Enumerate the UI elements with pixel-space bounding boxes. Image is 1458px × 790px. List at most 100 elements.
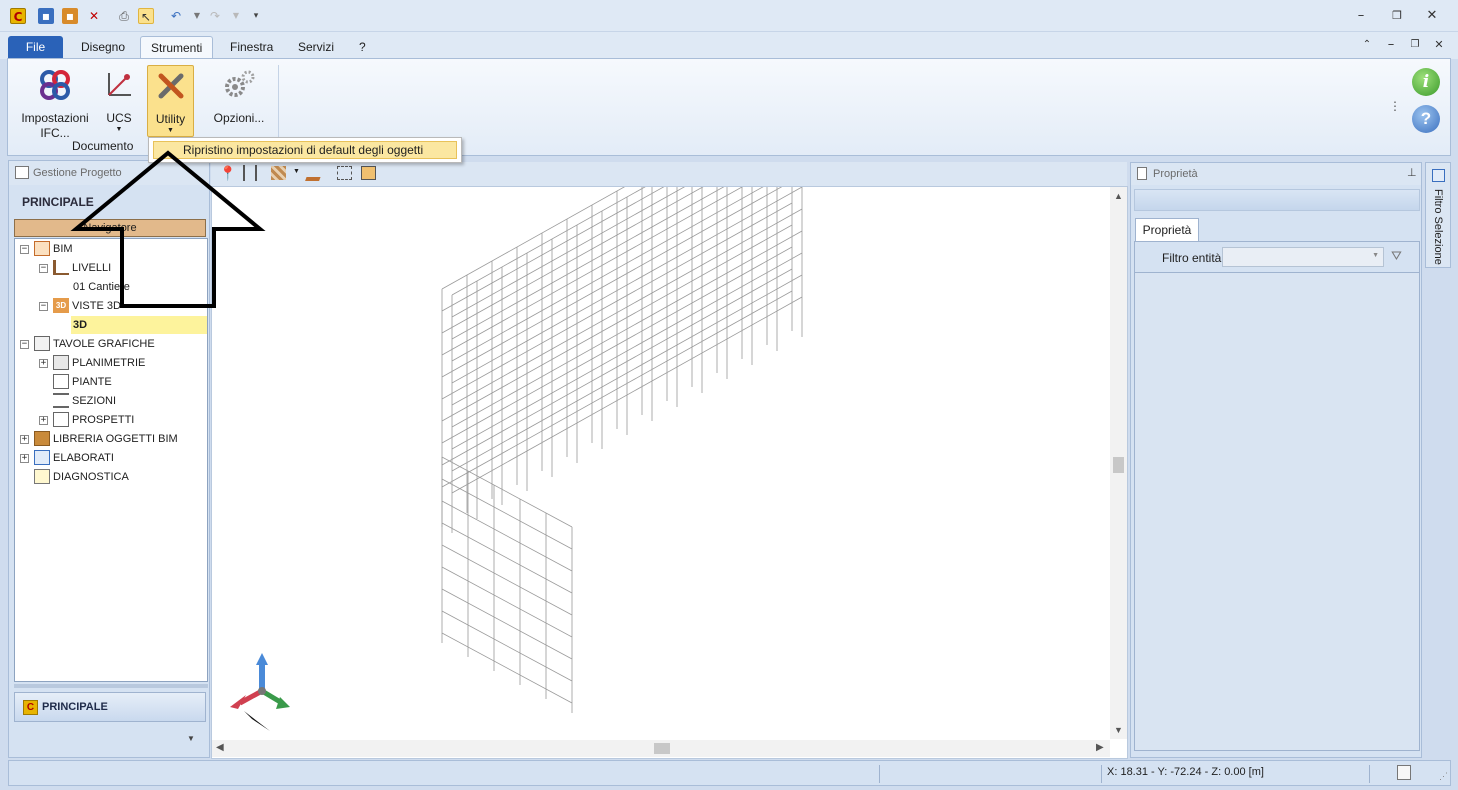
utility-dropdown-icon: ▼ xyxy=(167,127,174,134)
expander-tavole[interactable]: − xyxy=(20,340,29,349)
customize-toolbar-icon[interactable]: ▾ xyxy=(248,8,264,24)
help-icon[interactable]: ? xyxy=(1412,105,1440,133)
expander-prospetti[interactable]: + xyxy=(39,416,48,425)
status-separator xyxy=(1101,765,1102,783)
ifc-logo-icon xyxy=(40,70,70,100)
sezioni-icon xyxy=(53,393,69,408)
redo-icon[interactable]: ↷ xyxy=(207,8,223,24)
tree-item-elaborati[interactable]: ELABORATI xyxy=(53,449,114,467)
3d-viewport[interactable]: ▲ ▼ ◀ ▶ xyxy=(211,186,1128,759)
principale-logo-icon: C xyxy=(23,700,38,715)
tab-finestra[interactable]: Finestra xyxy=(220,36,283,59)
wrench-screwdriver-icon xyxy=(158,73,183,99)
elaborati-icon xyxy=(34,450,50,465)
tree-item-piante[interactable]: PIANTE xyxy=(72,373,112,391)
ribbon-collapse-icon[interactable]: ⌃ xyxy=(1357,37,1377,53)
livelli-icon xyxy=(53,260,69,275)
redo-dropdown-icon[interactable]: ▼ xyxy=(228,8,244,24)
tree-item-tavole[interactable]: TAVOLE GRAFICHE xyxy=(53,335,155,353)
close-window-icon[interactable]: ✕ xyxy=(1422,8,1442,24)
title-bar: C ▪ ▪ ✕ ⎙ ↖ ↶ ▼ ↷ ▼ ▾ – ❐ ✕ xyxy=(0,0,1458,32)
tree-item-planimetrie[interactable]: PLANIMETRIE xyxy=(72,354,145,372)
info-icon[interactable]: i xyxy=(1412,68,1440,96)
expander-planimetrie[interactable]: + xyxy=(39,359,48,368)
zoom-window-icon[interactable] xyxy=(337,166,352,180)
expander-bim[interactable]: − xyxy=(20,245,29,254)
snap-settings-icon[interactable] xyxy=(1397,765,1411,780)
ribbon-more-icon[interactable]: ⋮ xyxy=(1389,99,1401,113)
opzioni-button[interactable]: Opzioni... xyxy=(208,67,270,126)
proprieta-header: Proprietà ⊥ xyxy=(1131,163,1421,185)
expander-livelli[interactable]: − xyxy=(39,264,48,273)
tree-item-prospetti[interactable]: PROSPETTI xyxy=(72,411,134,429)
proprieta-title: Proprietà xyxy=(1153,168,1198,180)
ucs-label: UCS xyxy=(106,111,132,125)
prospetti-icon xyxy=(53,412,69,427)
resize-grip-icon[interactable]: ⋰ xyxy=(1439,771,1448,782)
proprieta-panel: Proprietà ⊥ Proprietà Filtro entità ▼ ⛛ xyxy=(1130,162,1422,758)
tab-help[interactable]: ? xyxy=(349,36,376,59)
status-bar: X: 18.31 - Y: -72.24 - Z: 0.00 [m] ⋰ xyxy=(8,760,1451,786)
tree-item-3d-selected[interactable]: 3D xyxy=(71,316,207,334)
status-separator xyxy=(879,765,880,783)
texture-dropdown-icon[interactable]: ▼ xyxy=(293,168,300,175)
axes-gizmo-icon xyxy=(230,653,290,731)
select-cursor-icon[interactable]: ↖ xyxy=(138,8,154,24)
undo-icon[interactable]: ↶ xyxy=(168,8,184,24)
app-logo-icon[interactable]: C xyxy=(10,8,26,24)
property-grid xyxy=(1135,272,1419,750)
pin-icon[interactable]: ⊥ xyxy=(1407,166,1417,179)
diagnostica-icon xyxy=(34,469,50,484)
proprieta-tab[interactable]: Proprietà xyxy=(1135,218,1199,242)
utility-button[interactable]: Utility ▼ xyxy=(147,65,194,137)
vertical-scrollbar[interactable]: ▲ ▼ xyxy=(1110,187,1127,739)
horizontal-scrollbar[interactable]: ◀ ▶ xyxy=(212,740,1110,757)
annotation-arrow xyxy=(70,150,266,308)
ucs-dropdown-icon: ▼ xyxy=(115,126,123,133)
doc-close-icon[interactable]: ✕ xyxy=(1429,37,1449,53)
impostazioni-ifc-button[interactable]: Impostazioni IFC... xyxy=(14,67,96,141)
utility-label: Utility xyxy=(155,112,186,126)
tree-item-sezioni[interactable]: SEZIONI xyxy=(72,392,116,410)
doc-minimize-icon[interactable]: – xyxy=(1381,37,1401,53)
expander-libreria[interactable]: + xyxy=(20,435,29,444)
copy-view-icon[interactable] xyxy=(361,166,376,180)
minimize-icon[interactable]: – xyxy=(1351,8,1371,24)
doc-restore-icon[interactable]: ❐ xyxy=(1405,37,1425,53)
ucs-button[interactable]: UCS ▼ xyxy=(100,67,138,134)
expander-viste3d[interactable]: − xyxy=(39,302,48,311)
print-icon[interactable]: ⎙ xyxy=(116,8,132,24)
select-dropdown-icon[interactable]: ▼ xyxy=(1372,252,1379,259)
horizontal-scroll-thumb[interactable] xyxy=(654,743,670,754)
proprieta-content: Filtro entità ▼ ⛛ xyxy=(1134,241,1420,751)
save-icon[interactable]: ▪ xyxy=(38,8,54,24)
expander-elaborati[interactable]: + xyxy=(20,454,29,463)
tab-disegno[interactable]: Disegno xyxy=(71,36,135,59)
filtro-selezione-side-tab[interactable]: Filtro Selezione xyxy=(1425,162,1451,268)
planimetrie-icon xyxy=(53,355,69,370)
undo-dropdown-icon[interactable]: ▼ xyxy=(189,8,205,24)
close-document-icon[interactable]: ✕ xyxy=(86,8,102,24)
tavole-icon xyxy=(34,336,50,351)
scroll-down-icon[interactable]: ▼ xyxy=(1114,725,1123,735)
tree-item-libreria[interactable]: LIBRERIA OGGETTI BIM xyxy=(53,430,178,448)
vertical-scroll-thumb[interactable] xyxy=(1113,457,1124,473)
tree-item-diagnostica[interactable]: DIAGNOSTICA xyxy=(53,468,129,486)
scroll-left-icon[interactable]: ◀ xyxy=(216,742,224,753)
filtro-entita-label: Filtro entità xyxy=(1162,251,1222,265)
brush-icon[interactable] xyxy=(305,165,325,181)
panel-splitter[interactable] xyxy=(14,684,208,688)
maximize-icon[interactable]: ❐ xyxy=(1387,8,1407,24)
principale-button[interactable]: C PRINCIPALE xyxy=(14,692,206,722)
scroll-up-icon[interactable]: ▲ xyxy=(1114,191,1123,201)
panel-options-chevron-icon[interactable]: ▼ xyxy=(187,734,195,743)
save-as-icon[interactable]: ▪ xyxy=(62,8,78,24)
tab-file[interactable]: File xyxy=(8,36,63,59)
tab-servizi[interactable]: Servizi xyxy=(288,36,344,59)
tab-strumenti[interactable]: Strumenti xyxy=(140,36,214,59)
bim-icon xyxy=(34,241,50,256)
filter-funnel-icon[interactable]: ⛛ xyxy=(1391,248,1402,264)
filtro-entita-select[interactable]: ▼ xyxy=(1222,247,1384,267)
scroll-right-icon[interactable]: ▶ xyxy=(1096,742,1104,753)
proprieta-icon xyxy=(1137,167,1147,180)
